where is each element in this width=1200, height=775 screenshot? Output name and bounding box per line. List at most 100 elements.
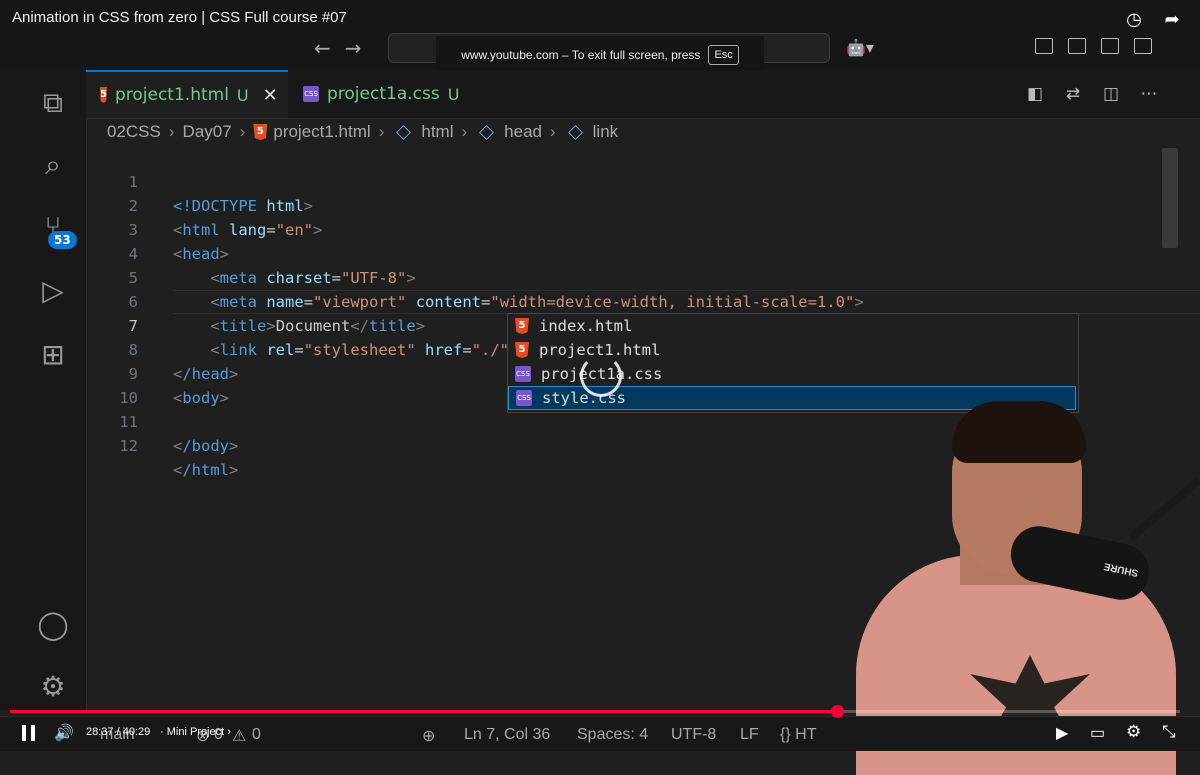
code-token: head — [182, 245, 220, 263]
settings-icon[interactable]: ⚙ — [1126, 722, 1141, 742]
breadcrumb-item[interactable]: head — [504, 122, 542, 142]
close-icon[interactable]: ✕ — [263, 85, 278, 106]
autoplay-toggle-icon[interactable]: ▶ — [1056, 723, 1068, 743]
chevron-right-icon: › — [168, 122, 175, 141]
webcam-overlay: SHURE — [820, 395, 1200, 775]
video-title: Animation in CSS from zero | CSS Full co… — [12, 9, 347, 26]
back-arrow-icon[interactable]: ← — [314, 36, 331, 60]
code-token: meta — [219, 293, 257, 311]
chevron-right-icon: › — [378, 122, 385, 141]
code-token: name — [266, 293, 304, 311]
customize-layout-icon[interactable] — [1035, 38, 1053, 54]
editor-scrollbar[interactable] — [1162, 148, 1178, 248]
video-time: 28:37 / 40:29 — [86, 726, 151, 738]
subtitles-icon[interactable]: ▭ — [1090, 723, 1105, 743]
editor-nav-arrows: ← → — [314, 36, 362, 60]
code-token: <!DOCTYPE — [173, 197, 257, 215]
search-icon[interactable]: ⌕ — [36, 148, 70, 182]
tab-project1a-css[interactable]: CSS project1a.css U — [289, 70, 479, 118]
code-token: charset — [266, 269, 332, 287]
split-editor-icon[interactable]: ◫ — [1100, 84, 1122, 104]
code-line: 2 <html lang="en"> — [86, 170, 323, 239]
loading-spinner-icon — [580, 355, 622, 397]
person-hair — [952, 401, 1086, 463]
video-progress-bar[interactable] — [10, 705, 1180, 718]
chevron-right-icon: › — [549, 122, 556, 141]
code-token: rel — [266, 341, 295, 359]
settings-gear-icon[interactable]: ⚙ — [36, 670, 70, 704]
more-actions-icon[interactable]: ⋯ — [1138, 84, 1160, 104]
mic-brand-label: SHURE — [1102, 560, 1140, 579]
breadcrumb-item[interactable]: html — [421, 122, 453, 142]
tab-project1-html[interactable]: 5 project1.html U ✕ — [86, 70, 288, 118]
video-scrubber-handle[interactable] — [831, 705, 845, 718]
suggestion-label: index.html — [539, 317, 633, 335]
html-file-icon: 5 — [515, 318, 529, 334]
volume-icon[interactable]: 🔊 — [54, 723, 74, 743]
tab-git-status: U — [236, 85, 249, 105]
code-line: 6 <title>Document</title> — [86, 266, 425, 335]
breadcrumb-item[interactable]: project1.html — [273, 122, 370, 142]
code-token: html — [266, 197, 304, 215]
css-file-icon: CSS — [515, 366, 531, 382]
code-token: /body — [182, 437, 230, 455]
element-symbol-icon — [479, 124, 495, 140]
video-top-actions: ◷ ➦ — [1124, 9, 1182, 30]
code-line: 3 <head> — [86, 194, 229, 263]
element-symbol-icon — [396, 124, 412, 140]
code-line: 1 <!DOCTYPE html> — [86, 146, 313, 215]
chevron-right-icon: › — [239, 122, 246, 141]
open-preview-icon[interactable]: ◧ — [1024, 84, 1046, 104]
html-file-icon: 5 — [515, 342, 529, 358]
code-line: 11 </body> — [86, 386, 238, 455]
mic-arm — [1127, 477, 1200, 541]
exit-fullscreen-icon[interactable]: ⤡ — [1162, 722, 1176, 742]
fullscreen-exit-key: Esc — [708, 45, 739, 65]
source-control-badge: 53 — [48, 231, 77, 249]
fullscreen-notice: www.youtube.com – To exit full screen, p… — [436, 36, 764, 74]
toggle-sidebar-icon[interactable] — [1068, 38, 1086, 54]
toggle-panel-icon[interactable] — [1101, 38, 1119, 54]
tab-git-status: U — [447, 84, 460, 104]
layout-controls — [1035, 38, 1152, 54]
editor-actions: ◧ ⇄ ◫ ⋯ — [1024, 84, 1160, 104]
code-line: 9 <body> — [86, 338, 229, 407]
open-changes-icon[interactable]: ⇄ — [1062, 84, 1084, 104]
line-number: 12 — [119, 437, 138, 455]
breadcrumb-item[interactable]: link — [593, 122, 619, 142]
code-token: lang — [229, 221, 267, 239]
pause-icon[interactable] — [22, 725, 36, 741]
code-line: 5 <meta name="viewport" content="width=d… — [86, 242, 864, 311]
breadcrumb-item[interactable]: Day07 — [183, 122, 232, 142]
fullscreen-notice-text: www.youtube.com – To exit full screen, p… — [461, 48, 701, 62]
watch-later-icon[interactable]: ◷ — [1124, 9, 1144, 30]
code-line: 8 </head> — [86, 314, 239, 383]
run-debug-icon[interactable]: ▷ — [36, 274, 70, 308]
code-line: 12 </html> — [86, 410, 238, 479]
tab-label: project1.html — [114, 85, 229, 105]
code-token: meta — [219, 269, 257, 287]
breadcrumb: 02CSS › Day07 › 5 project1.html › html ›… — [107, 122, 618, 142]
extensions-icon[interactable]: ⊞ — [36, 338, 70, 372]
suggestion-item[interactable]: 5 index.html — [508, 314, 1076, 338]
code-token: /html — [182, 461, 230, 479]
share-icon[interactable]: ➦ — [1162, 9, 1182, 30]
html-file-icon: 5 — [253, 124, 268, 140]
code-line: 4 <meta charset="UTF-8"> — [86, 218, 416, 287]
forward-arrow-icon[interactable]: → — [345, 36, 362, 60]
video-progress-fill — [10, 710, 838, 713]
explorer-icon[interactable]: ⧉ — [36, 86, 70, 120]
video-chapter[interactable]: · Mini Project › — [160, 726, 231, 738]
breadcrumb-item[interactable]: 02CSS — [107, 122, 161, 142]
code-line: 10 — [86, 362, 138, 407]
account-icon[interactable]: ◯ — [36, 608, 70, 642]
tab-label: project1a.css — [327, 84, 440, 104]
code-token: title — [219, 317, 267, 335]
code-token: "viewport" — [313, 293, 407, 311]
css-file-icon: CSS — [516, 390, 532, 406]
code-token: Document — [275, 317, 351, 335]
element-symbol-icon — [567, 124, 583, 140]
toggle-secondary-sidebar-icon[interactable] — [1134, 38, 1152, 54]
code-token: link — [219, 341, 257, 359]
copilot-icon[interactable]: 🤖▾ — [846, 38, 874, 57]
